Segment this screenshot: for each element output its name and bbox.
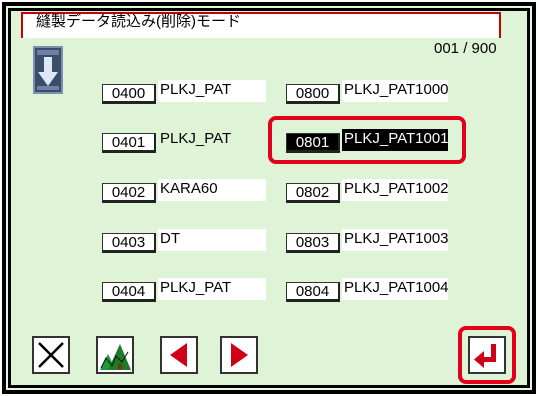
next-page-button[interactable] <box>220 336 258 374</box>
down-arrow-icon <box>37 50 59 90</box>
file-name: PLKJ_PAT <box>158 80 266 102</box>
scroll-down-button[interactable] <box>33 46 63 94</box>
file-name: PLKJ_PAT1003 <box>342 229 449 251</box>
previous-page-button[interactable] <box>160 336 198 374</box>
file-number: 0804 <box>286 282 340 302</box>
left-arrow-icon <box>170 343 187 367</box>
pattern-preview-icon <box>98 338 132 372</box>
file-name: DT <box>158 229 266 251</box>
file-number: 0800 <box>286 84 340 104</box>
page-title: 縫製データ読込み(削除)モード <box>36 13 241 30</box>
cancel-button[interactable] <box>32 336 70 374</box>
file-number: 0404 <box>102 282 156 302</box>
enter-button[interactable] <box>468 336 506 374</box>
file-name: PLKJ_PAT1000 <box>342 80 449 102</box>
right-arrow-icon <box>231 343 248 367</box>
selection-highlight <box>268 116 466 164</box>
file-name: PLKJ_PAT <box>158 278 266 300</box>
file-number: 0401 <box>102 133 156 153</box>
file-number: 0803 <box>286 233 340 253</box>
file-number: 0802 <box>286 183 340 203</box>
file-number: 0403 <box>102 233 156 253</box>
close-icon <box>38 342 64 368</box>
page-indicator: 001 / 900 <box>434 40 497 57</box>
file-name: KARA60 <box>158 179 266 201</box>
screen-panel <box>8 8 530 388</box>
file-name: PLKJ_PAT1004 <box>342 278 449 300</box>
file-number: 0400 <box>102 84 156 104</box>
file-number: 0402 <box>102 183 156 203</box>
enter-icon <box>474 344 496 368</box>
file-name: PLKJ_PAT1002 <box>342 179 449 201</box>
pattern-preview-button[interactable] <box>96 336 134 374</box>
file-name: PLKJ_PAT <box>158 129 266 151</box>
